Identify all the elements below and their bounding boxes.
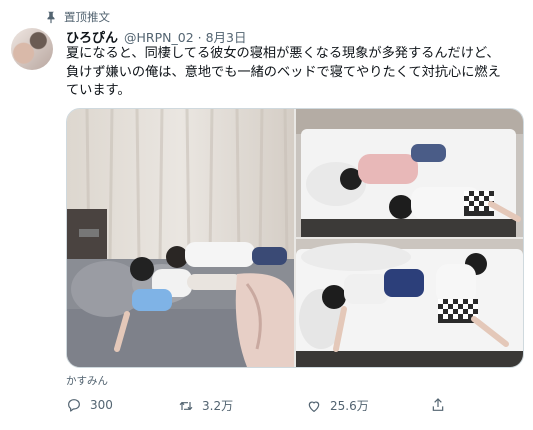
like-count: 25.6万 xyxy=(330,399,369,413)
pinned-tweet-indicator: 置顶推文 xyxy=(44,9,110,25)
tweet-text-line: ています。 xyxy=(66,83,131,98)
tweet-text: 夏になると、同棲してる彼女の寝相が悪くなる現象が多発するんだけど、 負けず嫌いの… xyxy=(66,45,521,101)
heart-icon xyxy=(308,401,320,412)
retweet-icon xyxy=(179,401,193,410)
tweet-text-line: 負けず嫌いの俺は、意地でも一緒のベッドで寝てやりたくて対抗心に燃え xyxy=(66,64,501,80)
like-button[interactable]: 25.6万 xyxy=(306,397,369,414)
media-photo-3[interactable] xyxy=(296,239,523,367)
reply-icon xyxy=(68,399,80,412)
tweet-actions: 300 3.2万 25.6万 xyxy=(66,397,516,417)
share-button[interactable] xyxy=(430,397,446,413)
tweet-header: ひろぴん @HRPN_02 · 8月3日 xyxy=(66,27,246,46)
retweet-button[interactable]: 3.2万 xyxy=(178,397,233,414)
reply-button[interactable]: 300 xyxy=(66,397,113,413)
media-tag-caption[interactable]: かすみん xyxy=(66,373,108,388)
pinned-label: 置顶推文 xyxy=(64,10,110,24)
display-name[interactable]: ひろぴん xyxy=(66,27,118,46)
tweet-media-grid xyxy=(66,108,524,368)
retweet-count: 3.2万 xyxy=(202,399,234,413)
media-photo-2[interactable] xyxy=(296,109,523,237)
handle-and-date[interactable]: @HRPN_02 · 8月3日 xyxy=(124,27,246,46)
avatar[interactable] xyxy=(11,28,53,70)
tweet-text-line: 夏になると、同棲してる彼女の寝相が悪くなる現象が多発するんだけど、 xyxy=(66,46,500,61)
share-icon xyxy=(432,398,444,411)
pin-icon xyxy=(47,11,55,24)
reply-count: 300 xyxy=(90,398,113,412)
media-photo-1[interactable] xyxy=(67,109,294,367)
